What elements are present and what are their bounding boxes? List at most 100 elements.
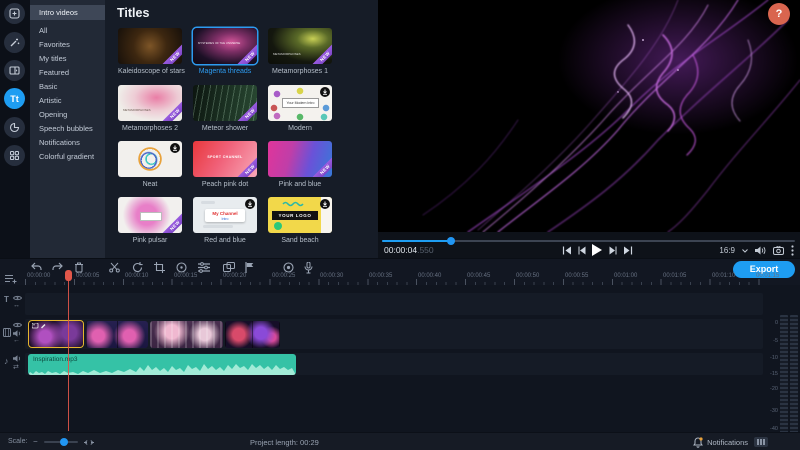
more-tools-button[interactable] bbox=[4, 145, 25, 166]
title-thumbnail[interactable]: NEW bbox=[193, 85, 257, 121]
add-track-icon[interactable] bbox=[5, 274, 17, 284]
skip-to-end-button[interactable] bbox=[623, 246, 633, 255]
audio-track-shuffle-icon[interactable]: ⇄ bbox=[13, 363, 19, 371]
clip-properties-button[interactable] bbox=[198, 262, 210, 273]
previous-frame-button[interactable] bbox=[578, 246, 587, 255]
timeline-tracks: T ↔ ← ♪ ⇄ Inspiration.mp3 0 -5 -10 -15 -… bbox=[0, 271, 800, 450]
redo-button[interactable] bbox=[52, 262, 64, 272]
new-badge: NEW bbox=[159, 98, 182, 121]
category-intro-videos[interactable]: Intro videos bbox=[30, 5, 105, 20]
notifications-button[interactable]: Notifications bbox=[693, 437, 748, 448]
layout-panes-icon[interactable] bbox=[754, 437, 768, 447]
title-track-visibility-icon[interactable] bbox=[13, 295, 22, 301]
title-thumbnail[interactable]: NEW bbox=[118, 28, 182, 64]
timeline-ruler[interactable]: 00:00:00 00:00:05 00:00:10 00:00:15 00:0… bbox=[0, 273, 779, 285]
title-tile-meteor-shower[interactable]: NEW Meteor shower bbox=[193, 85, 257, 132]
new-badge: NEW bbox=[159, 41, 182, 64]
title-thumbnail[interactable]: SPORT CHANNEL NEW bbox=[193, 141, 257, 177]
category-artistic[interactable]: Artistic bbox=[30, 94, 105, 108]
seek-handle[interactable] bbox=[447, 237, 455, 245]
chevron-down-icon[interactable] bbox=[742, 248, 748, 253]
title-track[interactable] bbox=[25, 293, 763, 315]
more-options-icon[interactable] bbox=[791, 245, 794, 256]
category-opening[interactable]: Opening bbox=[30, 108, 105, 122]
video-track-mute-icon[interactable] bbox=[13, 330, 22, 337]
title-thumbnail[interactable]: NEW bbox=[118, 197, 182, 233]
delete-button[interactable] bbox=[74, 262, 84, 273]
title-tile-metamorphoses-1[interactable]: METAMORPHOSES NEW Metamorphoses 1 bbox=[268, 28, 332, 75]
download-icon[interactable] bbox=[170, 143, 180, 153]
title-tile-sand-beach[interactable]: YOUR LOGO Sand beach bbox=[268, 197, 332, 244]
selected-title-clip[interactable] bbox=[28, 320, 84, 348]
title-thumbnail[interactable]: Your Modern Intro bbox=[268, 85, 332, 121]
playhead-line[interactable] bbox=[68, 271, 69, 431]
title-tile-pink-and-blue[interactable]: NEW Pink and blue bbox=[268, 141, 332, 188]
crop-button[interactable] bbox=[154, 262, 165, 273]
video-clip[interactable] bbox=[86, 321, 148, 348]
title-track-link-icon[interactable]: ↔ bbox=[13, 302, 20, 309]
category-all[interactable]: All bbox=[30, 24, 105, 38]
preview-controls: 00:00:04.550 16:9 bbox=[378, 232, 800, 258]
title-tile-pink-pulsar[interactable]: NEW Pink pulsar bbox=[118, 197, 182, 244]
zoom-out-icon[interactable]: − bbox=[33, 437, 38, 446]
video-track-arrow-icon[interactable]: ← bbox=[13, 337, 20, 344]
category-speech-bubbles[interactable]: Speech bubbles bbox=[30, 122, 105, 136]
marker-flag-button[interactable] bbox=[245, 262, 254, 273]
title-thumbnail[interactable]: METAMORPHOSES NEW bbox=[268, 28, 332, 64]
volume-icon[interactable] bbox=[755, 246, 766, 255]
download-icon[interactable] bbox=[320, 87, 330, 97]
category-favorites[interactable]: Favorites bbox=[30, 38, 105, 52]
title-tile-modern[interactable]: Your Modern Intro Modern bbox=[268, 85, 332, 132]
title-thumbnail[interactable]: YOUR LOGO bbox=[268, 197, 332, 233]
skip-to-start-button[interactable] bbox=[562, 246, 572, 255]
transitions-button[interactable] bbox=[4, 60, 25, 81]
playhead-handle[interactable] bbox=[65, 270, 72, 281]
magic-wand-icon bbox=[9, 37, 20, 48]
title-thumbnail[interactable]: METAMORPHOSES NEW bbox=[118, 85, 182, 121]
title-tile-red-and-blue[interactable]: My Channel Intro Red and blue bbox=[193, 197, 257, 244]
title-tile-neat[interactable]: Neat bbox=[118, 141, 182, 188]
titles-gallery: Titles NEW Kaleidoscope of stars MYSTERI… bbox=[105, 0, 378, 258]
import-media-button[interactable] bbox=[4, 3, 25, 24]
snapshot-camera-icon[interactable] bbox=[773, 246, 784, 255]
add-media-icon bbox=[9, 8, 20, 19]
scale-slider[interactable] bbox=[44, 438, 78, 446]
title-tile-kaleidoscope-of-stars[interactable]: NEW Kaleidoscope of stars bbox=[118, 28, 185, 75]
title-thumbnail[interactable] bbox=[118, 141, 182, 177]
title-thumbnail[interactable]: My Channel Intro bbox=[193, 197, 257, 233]
next-frame-button[interactable] bbox=[608, 246, 617, 255]
scale-slider-handle[interactable] bbox=[60, 438, 68, 446]
video-clip[interactable] bbox=[225, 321, 280, 348]
seek-bar[interactable] bbox=[382, 237, 795, 245]
stickers-button[interactable] bbox=[4, 117, 25, 138]
new-badge: NEW bbox=[309, 154, 332, 177]
title-thumbnail[interactable]: NEW bbox=[268, 141, 332, 177]
category-my-titles[interactable]: My titles bbox=[30, 52, 105, 66]
overlay-clip-button[interactable] bbox=[223, 262, 235, 272]
title-tile-metamorphoses-2[interactable]: METAMORPHOSES NEW Metamorphoses 2 bbox=[118, 85, 182, 132]
video-clip[interactable] bbox=[150, 321, 223, 348]
category-featured[interactable]: Featured bbox=[30, 66, 105, 80]
titles-button[interactable]: Tt bbox=[4, 88, 25, 109]
category-notifications[interactable]: Notifications bbox=[30, 136, 105, 150]
title-tile-magenta-threads[interactable]: MYSTERIES OF THE UNIVERSE NEW Magenta th… bbox=[193, 28, 257, 75]
category-colorful-gradient[interactable]: Colorful gradient bbox=[30, 150, 105, 164]
download-icon[interactable] bbox=[245, 199, 255, 209]
color-adjustments-button[interactable] bbox=[176, 262, 187, 273]
fit-to-project-icon[interactable] bbox=[84, 439, 94, 446]
aspect-ratio-select[interactable]: 16:9 bbox=[719, 246, 735, 255]
rotate-button[interactable] bbox=[132, 262, 143, 273]
clip-badge-icons bbox=[32, 323, 46, 329]
record-video-button[interactable] bbox=[283, 262, 294, 273]
title-thumbnail-selected[interactable]: MYSTERIES OF THE UNIVERSE NEW bbox=[193, 28, 257, 64]
title-tile-peach-pink-dot[interactable]: SPORT CHANNEL NEW Peach pink dot bbox=[193, 141, 257, 188]
video-track-visibility-icon[interactable] bbox=[13, 322, 22, 328]
filters-button[interactable] bbox=[4, 32, 25, 53]
play-button[interactable] bbox=[591, 244, 602, 256]
download-icon[interactable] bbox=[320, 199, 330, 209]
category-basic[interactable]: Basic bbox=[30, 80, 105, 94]
undo-button[interactable] bbox=[30, 262, 42, 272]
help-button[interactable]: ? bbox=[768, 3, 790, 25]
audio-track-mute-icon[interactable] bbox=[13, 355, 22, 362]
split-scissors-button[interactable] bbox=[109, 262, 120, 273]
